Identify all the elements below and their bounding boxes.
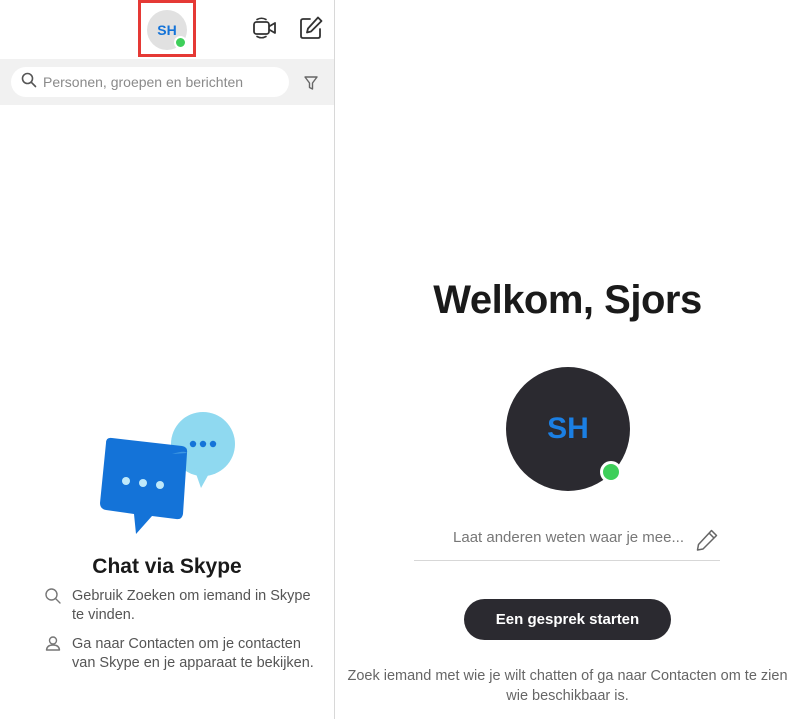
presence-status-dot (174, 36, 187, 49)
avatar-initials: SH (157, 22, 177, 38)
hint-text: Zoek iemand met wie je wilt chatten of g… (347, 668, 788, 704)
search-field[interactable] (11, 67, 289, 97)
mood-message-input[interactable] (414, 529, 690, 546)
contacts-tip-text: Ga naar Contacten om je contacten van Sk… (72, 636, 314, 671)
search-tip: Gebruik Zoeken om iemand in Skype te vin… (44, 587, 314, 625)
search-bar (0, 59, 334, 105)
person-icon (44, 635, 62, 653)
presence-status-dot (600, 461, 622, 483)
contacts-tip: Ga naar Contacten om je contacten van Sk… (44, 635, 314, 673)
video-call-icon[interactable] (251, 14, 279, 42)
profile-avatar-highlight[interactable]: SH (138, 0, 196, 57)
search-tip-text: Gebruik Zoeken om iemand in Skype te vin… (72, 588, 311, 623)
main-pane: Welkom, Sjors SH Een gesprek starten Zoe… (335, 0, 800, 719)
chat-bubbles-illustration (96, 410, 240, 536)
search-input[interactable] (43, 74, 283, 90)
welcome-title: Welkom, Sjors (433, 278, 702, 322)
promo-title: Chat via Skype (92, 555, 242, 578)
sidebar: SH Personen, groepen en berichten Chat v… (0, 0, 334, 719)
start-conversation-button[interactable]: Een gesprek starten (464, 599, 671, 640)
mood-message-row (414, 523, 720, 561)
avatar-initials: SH (547, 412, 589, 445)
filter-icon[interactable] (300, 74, 322, 92)
new-chat-icon[interactable] (297, 14, 325, 42)
search-icon (44, 587, 62, 605)
pencil-icon[interactable] (694, 527, 720, 553)
search-icon (21, 72, 37, 93)
